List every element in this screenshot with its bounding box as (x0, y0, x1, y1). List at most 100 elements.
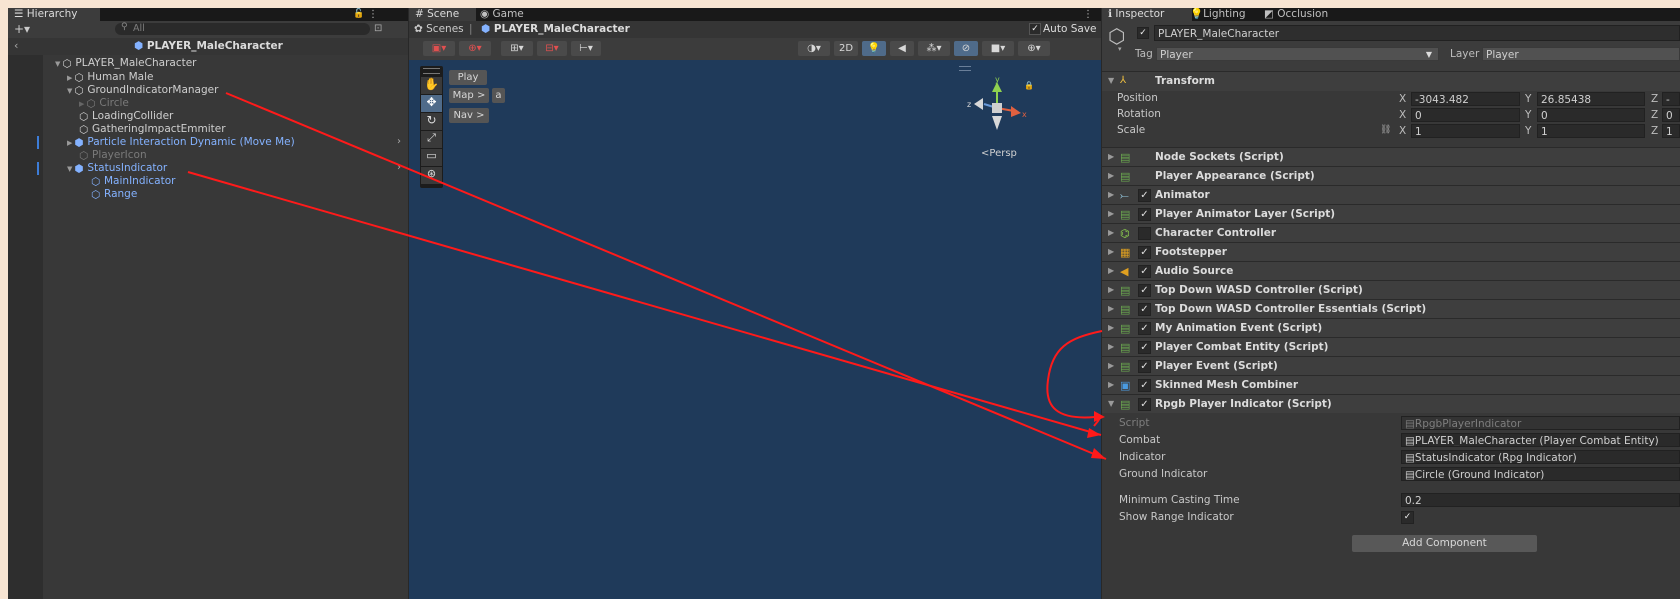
move-tool-icon[interactable]: ✥ (421, 95, 442, 112)
enabled-checkbox-unchecked[interactable] (1138, 227, 1151, 240)
component-skinned-mesh-combiner[interactable]: ▶ ▣ ✓ Skinned Mesh Combiner (1102, 375, 1680, 394)
object-name-field[interactable]: PLAYER_MaleCharacter (1154, 25, 1680, 41)
effects-icon[interactable]: ⁂▾ (918, 41, 950, 56)
gizmos-icon[interactable]: ⊕▾ (1018, 41, 1050, 56)
draw-mode-icon[interactable]: ▣▾ (423, 41, 455, 56)
hand-tool-icon[interactable]: ✋ (421, 77, 442, 94)
collapse-arrow-icon[interactable]: ▶ (1108, 171, 1114, 180)
enabled-checkbox[interactable]: ✓ (1138, 341, 1151, 354)
dropdown-arrow-icon[interactable]: ▾ (1118, 45, 1122, 53)
hierarchy-item-loading-collider[interactable]: ⬡ LoadingCollider (79, 110, 173, 123)
enabled-checkbox[interactable]: ✓ (1138, 246, 1151, 259)
layer-dropdown[interactable]: Player (1482, 47, 1680, 61)
expand-arrow-icon[interactable]: ▼ (1108, 76, 1114, 85)
audio-toggle-icon[interactable]: ◀ (890, 41, 914, 56)
hierarchy-item-range[interactable]: ⬡ Range (91, 188, 137, 201)
enabled-checkbox[interactable]: ✓ (1138, 303, 1151, 316)
enabled-checkbox[interactable]: ✓ (1138, 284, 1151, 297)
tab-inspector[interactable]: ℹ Inspector (1102, 8, 1192, 21)
toggle-2d-button[interactable]: 2D (834, 41, 858, 56)
map-overlay-button[interactable]: Map > (449, 88, 489, 103)
position-x-field[interactable]: -3043.482 (1411, 92, 1520, 106)
play-overlay-button[interactable]: Play (449, 70, 487, 85)
hierarchy-item-player-icon[interactable]: ⬡ PlayerIcon (79, 149, 147, 162)
component-animator[interactable]: ▶ ⤚ ✓ Animator (1102, 185, 1680, 204)
globe-icon[interactable]: ⊕▾ (459, 41, 491, 56)
hierarchy-item-main-indicator[interactable]: ⬡ MainIndicator (91, 175, 175, 188)
shading-mode-icon[interactable]: ◑▾ (798, 41, 830, 56)
collapse-arrow-icon[interactable]: ▶ (1108, 323, 1114, 332)
component-footstepper[interactable]: ▶ ▦ ✓ Footstepper (1102, 242, 1680, 261)
transform-header[interactable]: ▼ ⅄ Transform (1102, 71, 1680, 91)
collapse-arrow-icon[interactable]: ▶ (1108, 266, 1114, 275)
collapse-arrow-icon[interactable]: ▶ (67, 139, 72, 147)
chevron-right-icon[interactable]: › (397, 136, 401, 147)
expand-arrow-icon[interactable]: ▼ (1108, 399, 1114, 408)
scale-y-field[interactable]: 1 (1537, 124, 1645, 138)
camera-icon[interactable]: ■▾ (982, 41, 1014, 56)
gizmo-drag-handle-icon[interactable] (959, 66, 971, 71)
scale-z-field[interactable]: 1 (1662, 124, 1680, 138)
component-player-event[interactable]: ▶ ▤ ✓ Player Event (Script) (1102, 356, 1680, 375)
tab-occlusion[interactable]: ◩ Occlusion (1258, 8, 1348, 21)
component-wasd-essentials[interactable]: ▶ ▤ ✓ Top Down WASD Controller Essential… (1102, 299, 1680, 318)
enabled-checkbox[interactable]: ✓ (1138, 265, 1151, 278)
enabled-checkbox[interactable]: ✓ (1138, 379, 1151, 392)
minimum-casting-time-field[interactable]: 0.2 (1401, 493, 1680, 507)
enabled-checkbox[interactable]: ✓ (1138, 398, 1151, 411)
hierarchy-root[interactable]: ▼ ⬡ PLAYER_MaleCharacter (55, 57, 196, 70)
add-icon[interactable]: +▾ (14, 22, 30, 36)
add-component-button[interactable]: Add Component (1352, 535, 1537, 552)
a-overlay-button[interactable]: a (492, 88, 505, 103)
enabled-checkbox[interactable]: ✓ (1138, 322, 1151, 335)
back-chevron-icon[interactable]: ‹ (14, 39, 18, 52)
expand-arrow-icon[interactable]: ▼ (67, 87, 72, 95)
kebab-menu-icon[interactable]: ⋮ (1083, 8, 1093, 21)
rect-tool-icon[interactable]: ▭ (421, 149, 442, 166)
rotation-z-field[interactable]: 0 (1662, 108, 1680, 122)
collapse-arrow-icon[interactable]: ▶ (1108, 152, 1114, 161)
collapse-arrow-icon[interactable]: ▶ (1108, 247, 1114, 256)
enabled-checkbox[interactable]: ✓ (1138, 208, 1151, 221)
link-constraint-icon[interactable]: ⛓ (1380, 123, 1391, 138)
kebab-menu-icon[interactable]: ⋮ (368, 8, 378, 21)
tab-game[interactable]: ◉ Game (474, 8, 541, 21)
indicator-object-field[interactable]: ▤StatusIndicator (Rpg Indicator) (1401, 450, 1680, 464)
hidden-objects-icon[interactable]: ⊘ (954, 41, 978, 56)
position-y-field[interactable]: 26.85438 (1537, 92, 1645, 106)
collapse-arrow-icon[interactable]: ▶ (1108, 304, 1114, 313)
search-options-icon[interactable]: ⊡ (374, 23, 382, 34)
collapse-arrow-icon[interactable]: ▶ (1108, 361, 1114, 370)
auto-save-checkbox[interactable]: ✓ (1029, 23, 1041, 35)
hierarchy-item-status-indicator[interactable]: ▼ ⬢ StatusIndicator (67, 162, 167, 175)
hierarchy-item-particle-interaction[interactable]: ▶ ⬢ Particle Interaction Dynamic (Move Me) (67, 136, 295, 149)
collapse-arrow-icon[interactable]: ▶ (1108, 285, 1114, 294)
transform-tool-icon[interactable]: ⊛ (421, 167, 442, 184)
component-player-animator-layer[interactable]: ▶ ▤ ✓ Player Animator Layer (Script) (1102, 204, 1680, 223)
tag-dropdown[interactable]: Player ▼ (1156, 47, 1439, 61)
snap-increment-icon[interactable]: ⊟▾ (537, 41, 567, 56)
combat-object-field[interactable]: ▤PLAYER_MaleCharacter (Player Combat Ent… (1401, 433, 1680, 447)
collapse-arrow-icon[interactable]: ▶ (1108, 342, 1114, 351)
hierarchy-item-human-male[interactable]: ▶ ⬡ Human Male (67, 71, 153, 84)
component-my-animation-event[interactable]: ▶ ▤ ✓ My Animation Event (Script) (1102, 318, 1680, 337)
search-input[interactable]: ⚲ All (115, 22, 370, 35)
component-player-combat-entity[interactable]: ▶ ▤ ✓ Player Combat Entity (Script) (1102, 337, 1680, 356)
hierarchy-item-gathering-impact[interactable]: ⬡ GatheringImpactEmmiter (79, 123, 226, 136)
component-player-appearance[interactable]: ▶ ▤ Player Appearance (Script) (1102, 166, 1680, 185)
nav-overlay-button[interactable]: Nav > (449, 108, 489, 123)
tab-lighting[interactable]: 💡Lighting (1184, 8, 1262, 21)
expand-arrow-icon[interactable]: ▼ (55, 60, 60, 68)
tab-hierarchy[interactable]: ☰ Hierarchy (8, 8, 100, 21)
hierarchy-item-ground-indicator-manager[interactable]: ▼ ⬡ GroundIndicatorManager (67, 84, 218, 97)
collapse-arrow-icon[interactable]: ▶ (1108, 380, 1114, 389)
lighting-toggle-icon[interactable]: 💡 (862, 41, 886, 56)
collapse-arrow-icon[interactable]: ▶ (1108, 228, 1114, 237)
component-wasd-controller[interactable]: ▶ ▤ ✓ Top Down WASD Controller (Script) (1102, 280, 1680, 299)
component-rpgb-player-indicator[interactable]: ▼ ▤ ✓ Rpgb Player Indicator (Script) (1102, 394, 1680, 413)
drag-handle-icon[interactable] (423, 68, 440, 74)
component-character-controller[interactable]: ▶ ⌬ Character Controller (1102, 223, 1680, 242)
enabled-checkbox[interactable]: ✓ (1138, 189, 1151, 202)
collapse-arrow-icon[interactable]: ▶ (67, 74, 72, 82)
enabled-checkbox[interactable]: ✓ (1138, 360, 1151, 373)
